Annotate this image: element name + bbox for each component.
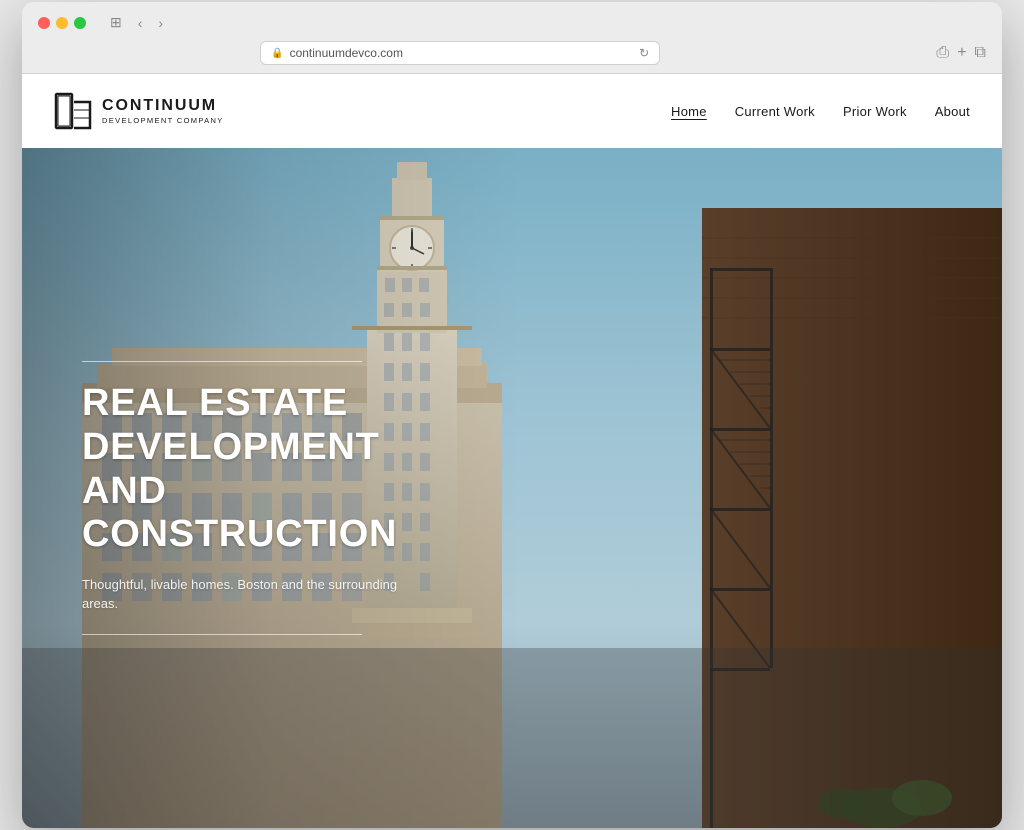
- browser-chrome: ⊞ ‹ › 🔒 continuumdevco.com ↻ ⎙ + ⧉: [22, 2, 1002, 74]
- lock-icon: 🔒: [271, 48, 283, 59]
- hero-subtitle: Thoughtful, livable homes. Boston and th…: [82, 575, 402, 614]
- forward-button[interactable]: ›: [154, 13, 167, 33]
- logo-subtitle: DEVELOPMENT COMPANY: [102, 116, 224, 125]
- browser-actions: ⎙ + ⧉: [936, 44, 986, 62]
- reload-icon[interactable]: ↻: [639, 46, 649, 60]
- close-button[interactable]: [38, 17, 50, 29]
- navigation: CONTINUUM DEVELOPMENT COMPANY Home Curre…: [22, 74, 1002, 148]
- logo-text: CONTINUUM DEVELOPMENT COMPANY: [102, 98, 224, 125]
- nav-link-prior-work[interactable]: Prior Work: [843, 104, 907, 119]
- traffic-lights: [38, 17, 86, 29]
- maximize-button[interactable]: [74, 17, 86, 29]
- logo-company-name: CONTINUUM: [102, 98, 224, 114]
- back-button[interactable]: ‹: [134, 13, 147, 33]
- nav-link-home[interactable]: Home: [671, 104, 707, 119]
- hero-top-line: [82, 361, 362, 362]
- logo-icon: [54, 92, 92, 130]
- logo: CONTINUUM DEVELOPMENT COMPANY: [54, 92, 224, 130]
- sidebar-toggle-button[interactable]: ⊞: [106, 12, 126, 33]
- new-tab-button[interactable]: +: [957, 44, 966, 62]
- url-display: continuumdevco.com: [290, 46, 403, 60]
- tabs-button[interactable]: ⧉: [975, 44, 986, 62]
- nav-link-about[interactable]: About: [935, 104, 970, 119]
- hero-bottom-line: [82, 634, 362, 635]
- minimize-button[interactable]: [56, 17, 68, 29]
- website-content: CONTINUUM DEVELOPMENT COMPANY Home Curre…: [22, 74, 1002, 828]
- hero-content: REAL ESTATE DEVELOPMENT AND CONSTRUCTION…: [22, 148, 1002, 828]
- address-bar-row: 🔒 continuumdevco.com ↻ ⎙ + ⧉: [38, 41, 986, 65]
- hero-title: REAL ESTATE DEVELOPMENT AND CONSTRUCTION: [82, 382, 482, 557]
- nav-links: Home Current Work Prior Work About: [671, 104, 970, 119]
- browser-controls: ⊞ ‹ ›: [106, 12, 167, 33]
- browser-window: ⊞ ‹ › 🔒 continuumdevco.com ↻ ⎙ + ⧉: [22, 2, 1002, 828]
- address-bar[interactable]: 🔒 continuumdevco.com ↻: [260, 41, 660, 65]
- hero-section: REAL ESTATE DEVELOPMENT AND CONSTRUCTION…: [22, 148, 1002, 828]
- nav-link-current-work[interactable]: Current Work: [735, 104, 815, 119]
- share-button[interactable]: ⎙: [936, 44, 949, 62]
